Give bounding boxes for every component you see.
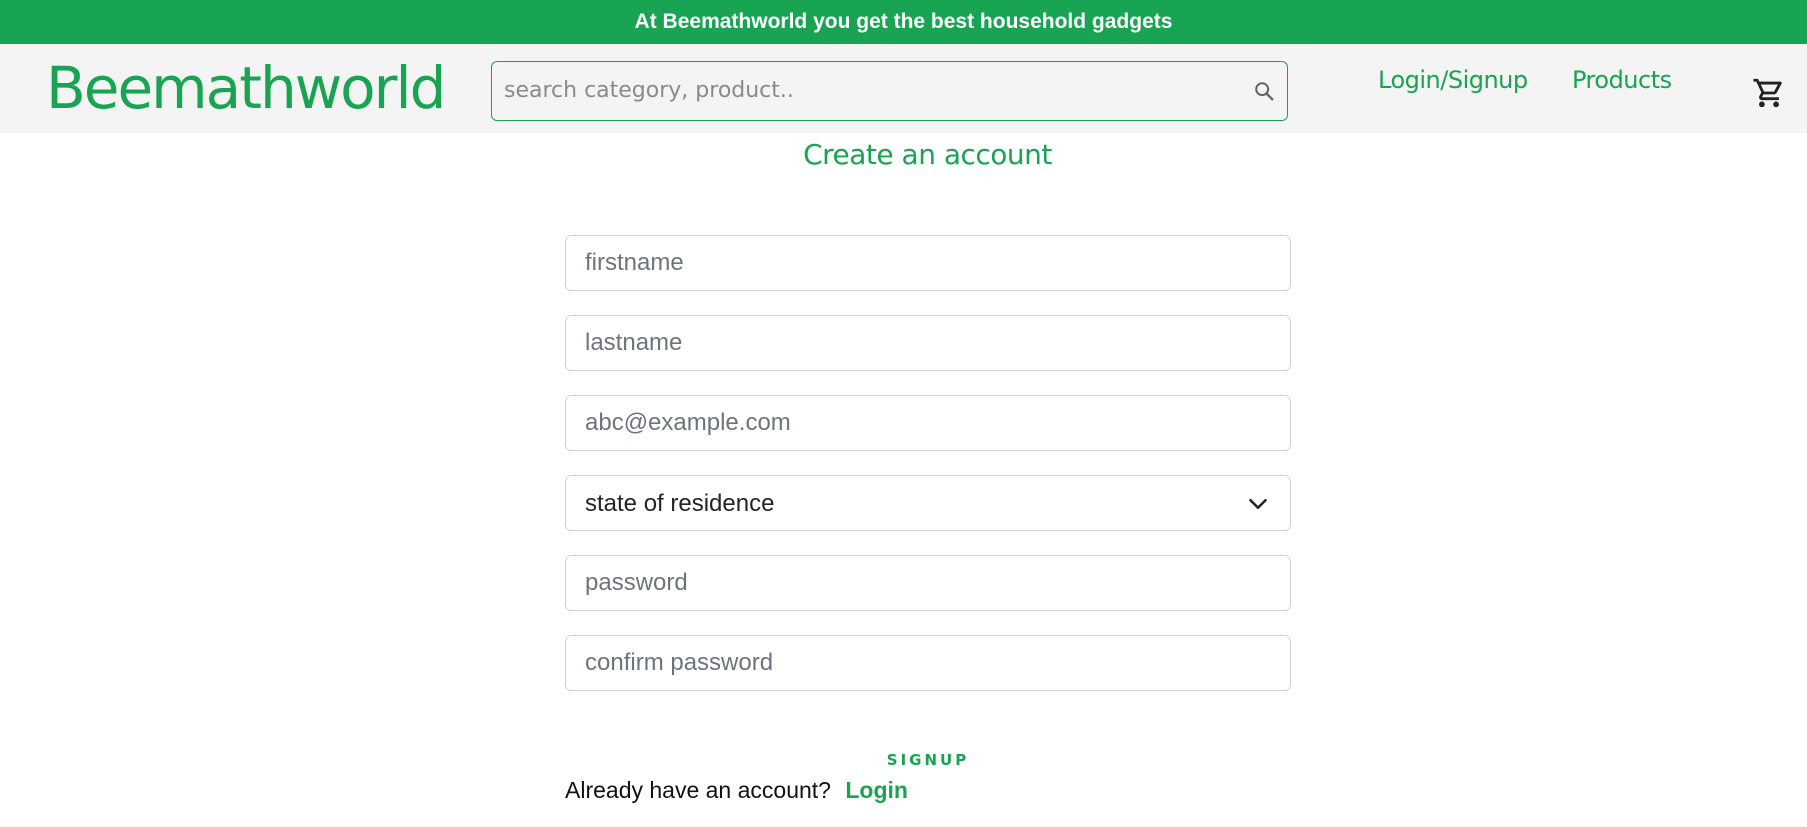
search-input[interactable] — [502, 62, 1222, 119]
logo[interactable]: Beemathworld — [46, 55, 446, 121]
lastname-field[interactable] — [565, 315, 1291, 371]
confirm-password-field[interactable] — [565, 635, 1291, 691]
page-title: Create an account — [803, 138, 1052, 171]
email-field[interactable] — [565, 395, 1291, 451]
firstname-field[interactable] — [565, 235, 1291, 291]
nav-products-link[interactable]: Products — [1572, 66, 1672, 94]
signup-button[interactable]: SIGNUP — [565, 740, 1291, 780]
cart-icon[interactable] — [1752, 76, 1786, 110]
chevron-down-icon — [1249, 499, 1267, 509]
state-select[interactable]: state of residence — [565, 475, 1291, 531]
login-prompt-text: Already have an account? — [565, 777, 831, 803]
announcement-bar: At Beemathworld you get the best househo… — [0, 0, 1807, 44]
nav-login-signup-link[interactable]: Login/Signup — [1378, 66, 1528, 94]
login-prompt: Already have an account? Login — [565, 777, 908, 804]
announcement-text: At Beemathworld you get the best househo… — [634, 10, 1173, 33]
site-header: Beemathworld Login/Signup Products — [0, 44, 1807, 133]
login-link[interactable]: Login — [845, 777, 908, 803]
search-bar — [491, 61, 1288, 121]
password-field[interactable] — [565, 555, 1291, 611]
search-icon[interactable] — [1253, 80, 1275, 102]
state-select-value: state of residence — [585, 490, 775, 517]
